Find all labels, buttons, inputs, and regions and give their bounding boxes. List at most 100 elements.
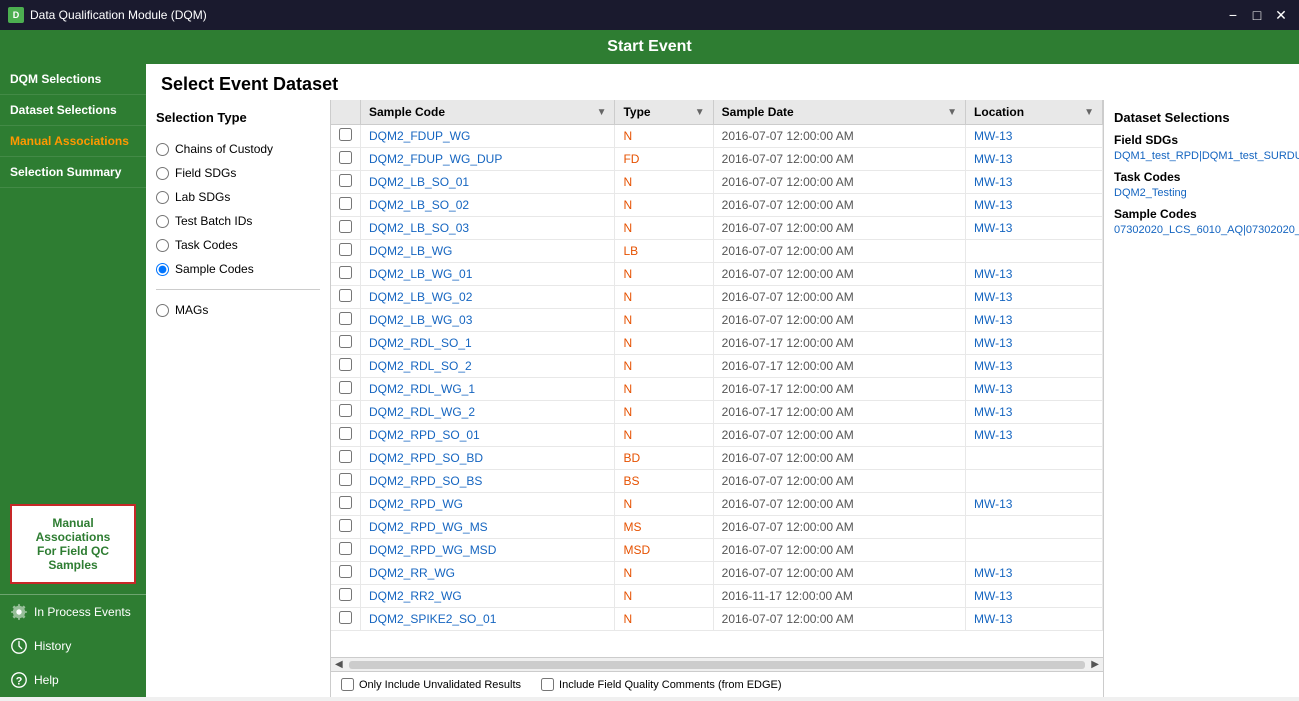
row-checkbox-cell[interactable] <box>331 493 361 516</box>
row-checkbox-8[interactable] <box>339 312 352 325</box>
sidebar-item-manual-associations[interactable]: Manual Associations <box>0 126 146 157</box>
row-checkbox-cell[interactable] <box>331 401 361 424</box>
row-checkbox-19[interactable] <box>339 565 352 578</box>
radio-input-sample-codes[interactable] <box>156 263 169 276</box>
radio-test-batch-ids[interactable]: Test Batch IDs <box>156 209 320 233</box>
radio-input-chains[interactable] <box>156 143 169 156</box>
row-checkbox-cell[interactable] <box>331 562 361 585</box>
row-checkbox-3[interactable] <box>339 197 352 210</box>
filter-type-icon[interactable]: ▼ <box>695 107 705 118</box>
table-row: DQM2_RDL_WG_2 N 2016-07-17 12:00:00 AM M… <box>331 401 1103 424</box>
row-checkbox-1[interactable] <box>339 151 352 164</box>
only-unvalidated-checkbox[interactable] <box>341 678 354 691</box>
row-checkbox-9[interactable] <box>339 335 352 348</box>
th-type: Type ▼ <box>615 100 713 125</box>
task-codes-value: DQM2_Testing <box>1114 187 1289 199</box>
sidebar-item-in-process-events[interactable]: In Process Events <box>0 595 146 629</box>
radio-input-field-sdgs[interactable] <box>156 167 169 180</box>
row-type: N <box>615 332 713 355</box>
close-button[interactable]: ✕ <box>1271 5 1291 25</box>
row-checkbox-13[interactable] <box>339 427 352 440</box>
table-row: DQM2_SPIKE2_SO_01 N 2016-07-07 12:00:00 … <box>331 608 1103 631</box>
field-sdgs-value: DQM1_test_RPD|DQM1_test_SURDUP <box>1114 150 1289 162</box>
row-checkbox-cell[interactable] <box>331 263 361 286</box>
radio-mags[interactable]: MAGs <box>156 298 320 322</box>
radio-input-mags[interactable] <box>156 304 169 317</box>
radio-input-task-codes[interactable] <box>156 239 169 252</box>
row-checkbox-cell[interactable] <box>331 447 361 470</box>
row-checkbox-7[interactable] <box>339 289 352 302</box>
radio-input-test-batch[interactable] <box>156 215 169 228</box>
row-date: 2016-07-07 12:00:00 AM <box>713 424 965 447</box>
sidebar-item-dataset-selections[interactable]: Dataset Selections <box>0 95 146 126</box>
radio-task-codes[interactable]: Task Codes <box>156 233 320 257</box>
row-checkbox-cell[interactable] <box>331 608 361 631</box>
th-sample-code: Sample Code ▼ <box>361 100 615 125</box>
row-checkbox-5[interactable] <box>339 243 352 256</box>
radio-input-lab-sdgs[interactable] <box>156 191 169 204</box>
row-checkbox-16[interactable] <box>339 496 352 509</box>
row-checkbox-21[interactable] <box>339 611 352 624</box>
filter-location-icon[interactable]: ▼ <box>1084 107 1094 118</box>
sidebar-item-dqm-selections[interactable]: DQM Selections <box>0 64 146 95</box>
scroll-left-button[interactable]: ◀ <box>333 659 345 670</box>
row-checkbox-2[interactable] <box>339 174 352 187</box>
row-checkbox-cell[interactable] <box>331 240 361 263</box>
row-checkbox-cell[interactable] <box>331 516 361 539</box>
row-checkbox-cell[interactable] <box>331 424 361 447</box>
sidebar-item-selection-summary[interactable]: Selection Summary <box>0 157 146 188</box>
include-field-quality-checkbox[interactable] <box>541 678 554 691</box>
row-type: N <box>615 194 713 217</box>
row-checkbox-12[interactable] <box>339 404 352 417</box>
row-sample-code: DQM2_RPD_WG_MSD <box>361 539 615 562</box>
row-checkbox-10[interactable] <box>339 358 352 371</box>
include-field-quality-label[interactable]: Include Field Quality Comments (from EDG… <box>541 678 782 691</box>
minimize-button[interactable]: − <box>1223 5 1243 25</box>
radio-field-sdgs[interactable]: Field SDGs <box>156 161 320 185</box>
filter-sample-code-icon[interactable]: ▼ <box>597 107 607 118</box>
only-unvalidated-label[interactable]: Only Include Unvalidated Results <box>341 678 521 691</box>
table-container[interactable]: Sample Code ▼ Type ▼ <box>331 100 1103 657</box>
row-checkbox-14[interactable] <box>339 450 352 463</box>
scroll-right-button[interactable]: ▶ <box>1089 659 1101 670</box>
app-icon: D <box>8 7 24 23</box>
table-row: DQM2_FDUP_WG_DUP FD 2016-07-07 12:00:00 … <box>331 148 1103 171</box>
manual-associations-box[interactable]: Manual Associations For Field QC Samples <box>10 504 136 584</box>
row-type: LB <box>615 240 713 263</box>
sidebar-item-help[interactable]: ? Help <box>0 663 146 697</box>
row-checkbox-cell[interactable] <box>331 332 361 355</box>
row-checkbox-cell[interactable] <box>331 125 361 148</box>
row-checkbox-cell[interactable] <box>331 194 361 217</box>
row-checkbox-20[interactable] <box>339 588 352 601</box>
radio-lab-sdgs[interactable]: Lab SDGs <box>156 185 320 209</box>
sidebar-item-history[interactable]: History <box>0 629 146 663</box>
row-checkbox-cell[interactable] <box>331 585 361 608</box>
row-checkbox-cell[interactable] <box>331 217 361 240</box>
row-checkbox-17[interactable] <box>339 519 352 532</box>
row-location: MW-13 <box>966 493 1103 516</box>
row-location: MW-13 <box>966 378 1103 401</box>
row-checkbox-cell[interactable] <box>331 148 361 171</box>
row-checkbox-cell[interactable] <box>331 378 361 401</box>
radio-chains-of-custody[interactable]: Chains of Custody <box>156 137 320 161</box>
filter-date-icon[interactable]: ▼ <box>947 107 957 118</box>
row-checkbox-11[interactable] <box>339 381 352 394</box>
row-checkbox-cell[interactable] <box>331 171 361 194</box>
row-type: BS <box>615 470 713 493</box>
row-checkbox-18[interactable] <box>339 542 352 555</box>
row-checkbox-0[interactable] <box>339 128 352 141</box>
row-checkbox-cell[interactable] <box>331 470 361 493</box>
row-checkbox-15[interactable] <box>339 473 352 486</box>
row-checkbox-cell[interactable] <box>331 309 361 332</box>
row-checkbox-cell[interactable] <box>331 539 361 562</box>
row-sample-code: DQM2_RR_WG <box>361 562 615 585</box>
row-checkbox-cell[interactable] <box>331 286 361 309</box>
row-checkbox-6[interactable] <box>339 266 352 279</box>
row-checkbox-4[interactable] <box>339 220 352 233</box>
radio-sample-codes[interactable]: Sample Codes <box>156 257 320 281</box>
row-location: MW-13 <box>966 263 1103 286</box>
row-checkbox-cell[interactable] <box>331 355 361 378</box>
maximize-button[interactable]: □ <box>1247 5 1267 25</box>
horizontal-scrollbar[interactable]: ◀ ▶ <box>331 657 1103 671</box>
row-date: 2016-07-07 12:00:00 AM <box>713 309 965 332</box>
